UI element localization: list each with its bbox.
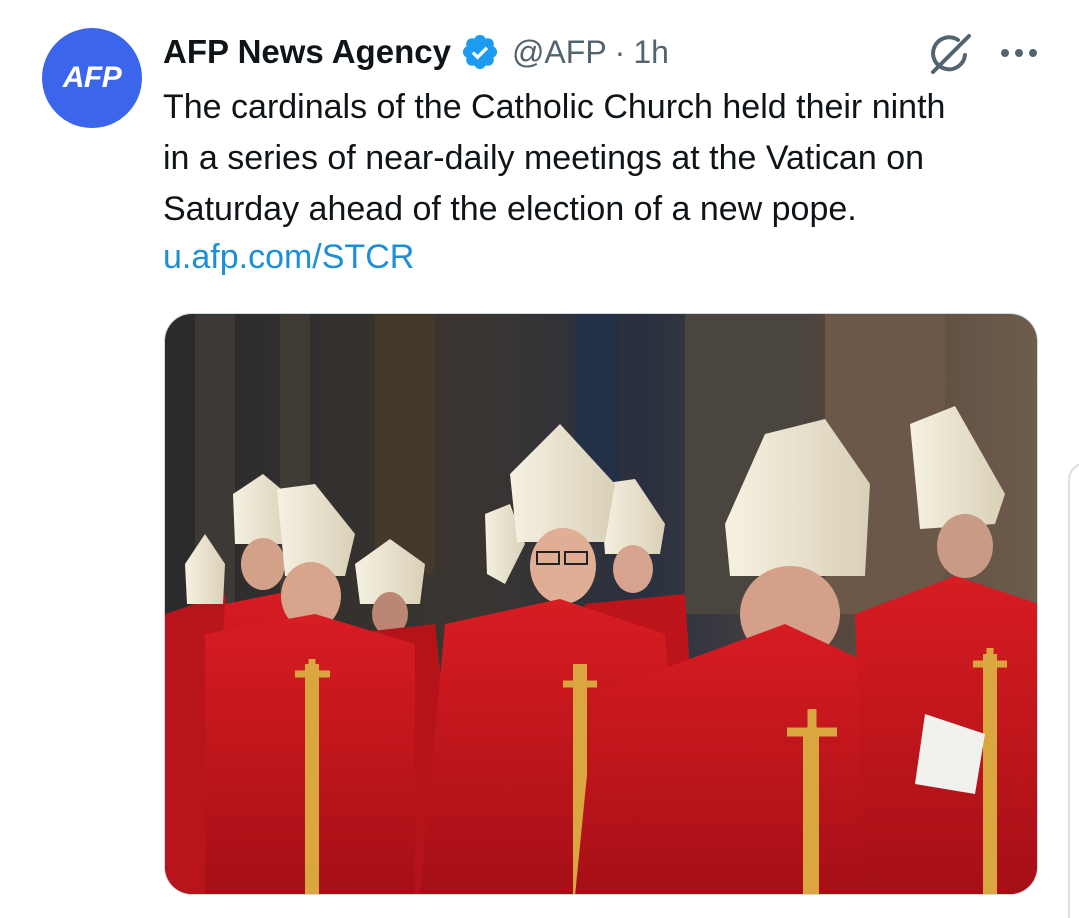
scrollbar-edge[interactable] (1068, 462, 1079, 918)
tweet-media-photo[interactable] (164, 313, 1038, 895)
grok-button[interactable] (925, 31, 975, 77)
separator-dot: · (614, 33, 626, 70)
more-options-button[interactable] (996, 36, 1042, 70)
cardinals-procession-photo (165, 314, 1037, 894)
user-handle[interactable]: @AFP (512, 34, 607, 71)
tweet-link[interactable]: u.afp.com/STCR (163, 232, 414, 283)
display-name[interactable]: AFP News Agency (163, 33, 451, 71)
avatar-logo-text: AFP (62, 61, 122, 94)
tweet-text-line: Saturday ahead of the election of a new … (163, 190, 857, 228)
verified-badge-icon (462, 34, 498, 70)
grok-icon (931, 34, 971, 74)
tweet-header: AFP News Agency @AFP · 1h (163, 28, 669, 76)
avatar[interactable]: AFP (42, 28, 142, 128)
tweet-text: The cardinals of the Catholic Church hel… (163, 82, 1063, 235)
tweet-text-line: in a series of near-daily meetings at th… (163, 139, 925, 177)
more-horizontal-icon (1001, 49, 1037, 57)
tweet-text-line: The cardinals of the Catholic Church hel… (163, 88, 946, 126)
tweet-timestamp[interactable]: 1h (633, 34, 669, 71)
tweet[interactable]: AFP AFP News Agency @AFP · 1h The cardin… (0, 0, 1079, 918)
